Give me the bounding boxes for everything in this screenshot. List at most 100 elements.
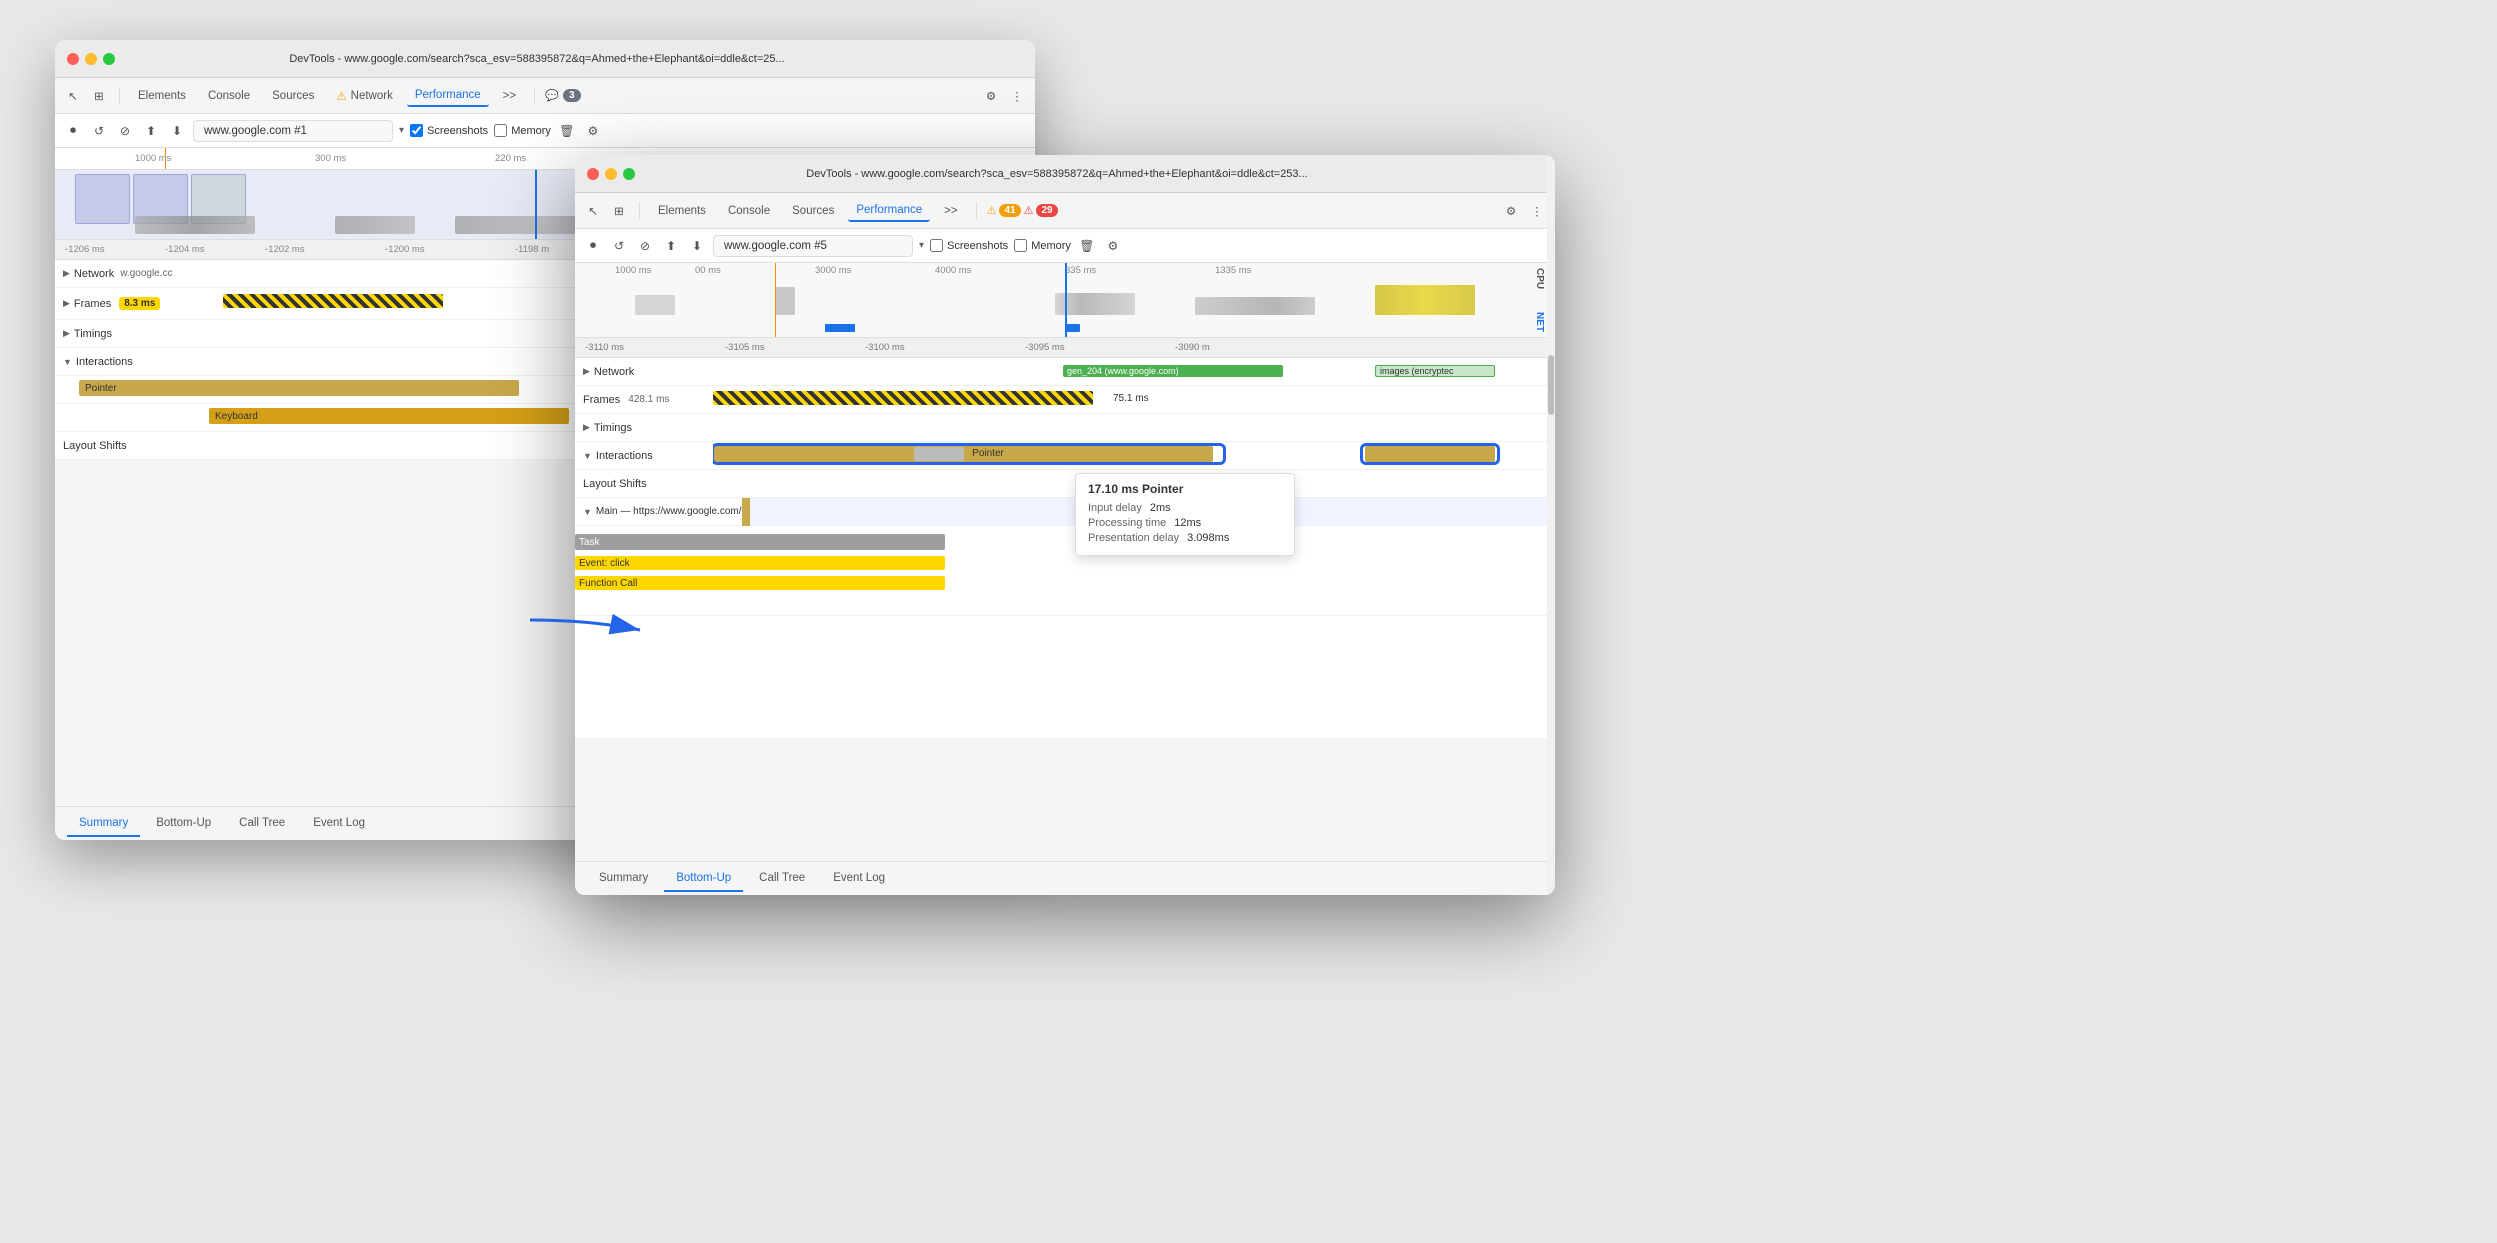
front-tab-calltree[interactable]: Call Tree: [747, 866, 817, 892]
front-main-tracks: Task Event: click Function Call: [575, 526, 1555, 616]
front-more-icon[interactable]: ⋮: [1527, 201, 1547, 221]
tab-console[interactable]: Console: [200, 86, 258, 106]
back-tab-calltree[interactable]: Call Tree: [227, 811, 297, 837]
front-ruler-tick-4000: 4000 ms: [935, 265, 971, 276]
network-domain: w.google.cc: [120, 268, 172, 279]
memory-checkbox[interactable]: Memory: [494, 124, 551, 137]
tooltip-input-delay-label: Input delay: [1088, 502, 1142, 514]
network-label-text: Network: [74, 268, 114, 280]
front-address-input[interactable]: [713, 235, 913, 257]
front-network-track-row[interactable]: ▶ Network gen_204 (www.google.com) image…: [575, 358, 1555, 386]
front-bottom-tabs: Summary Bottom-Up Call Tree Event Log: [575, 861, 1555, 895]
device-icon[interactable]: ⊞: [89, 86, 109, 106]
tab-sources[interactable]: Sources: [264, 86, 322, 106]
dropdown-arrow[interactable]: ▾: [399, 125, 404, 136]
front-pointer-bar-right[interactable]: [1365, 446, 1495, 462]
record-icon[interactable]: ⏺: [63, 121, 83, 141]
back-address-bar: ⏺ ↺ ⊘ ⬆ ⬇ ▾ Screenshots Memory 🗑 ⚙: [55, 114, 1035, 148]
front-tab-summary[interactable]: Summary: [587, 866, 660, 892]
screenshot-thumb-1: [75, 174, 130, 224]
scrollbar-track[interactable]: [1547, 155, 1555, 895]
download-icon[interactable]: ⬇: [167, 121, 187, 141]
front-perf-settings-icon[interactable]: ⚙: [1103, 236, 1123, 256]
front-screenshots-checkbox[interactable]: Screenshots: [930, 239, 1008, 252]
front-tab-more[interactable]: >>: [936, 201, 965, 221]
warn-icon: ⚠: [336, 89, 346, 103]
tooltip-title: 17.10 ms Pointer: [1088, 482, 1282, 496]
back-tab-eventlog[interactable]: Event Log: [301, 811, 377, 837]
back-tab-summary[interactable]: Summary: [67, 811, 140, 837]
tab-more[interactable]: >>: [495, 86, 524, 106]
front-tab-elements[interactable]: Elements: [650, 201, 714, 221]
event-click-bar[interactable]: Event: click: [575, 556, 945, 570]
front-reload-icon[interactable]: ↺: [609, 236, 629, 256]
settings-icon[interactable]: ⚙: [981, 86, 1001, 106]
frames-75ms: 75.1 ms: [1113, 393, 1149, 404]
cpu-label: CPU: [1534, 268, 1545, 289]
back-pointer-bar[interactable]: Pointer: [79, 380, 519, 396]
front-tab-performance[interactable]: Performance: [848, 200, 930, 222]
front-settings-icon[interactable]: ⚙: [1501, 201, 1521, 221]
front-download-icon[interactable]: ⬇: [687, 236, 707, 256]
timings-expand-arrow[interactable]: ▶: [63, 328, 70, 339]
upload-icon[interactable]: ⬆: [141, 121, 161, 141]
front-timings-expand[interactable]: ▶: [583, 422, 590, 433]
front-tab-eventlog[interactable]: Event Log: [821, 866, 897, 892]
tab-elements[interactable]: Elements: [130, 86, 194, 106]
expand-arrow[interactable]: ▶: [63, 268, 70, 279]
front-tab-bottomup[interactable]: Bottom-Up: [664, 866, 743, 892]
func-call-bar[interactable]: Function Call: [575, 576, 945, 590]
gen-204-bar[interactable]: gen_204 (www.google.com): [1063, 365, 1283, 377]
screenshots-checkbox[interactable]: Screenshots: [410, 124, 488, 137]
tab-performance[interactable]: Performance: [407, 85, 489, 107]
front-interactions-header-row[interactable]: ▼ Interactions Pointer: [575, 442, 1555, 470]
images-bar[interactable]: images (encryptec: [1375, 365, 1495, 377]
front-layout-shifts-text: Layout Shifts: [583, 478, 647, 490]
front-tab-sources[interactable]: Sources: [784, 201, 842, 221]
front-frames-track-row[interactable]: Frames 428.1 ms 75.1 ms: [575, 386, 1555, 414]
ruler-tick-220: 220 ms: [495, 153, 526, 164]
scrollbar-thumb[interactable]: [1548, 355, 1554, 415]
back-tab-bottomup[interactable]: Bottom-Up: [144, 811, 223, 837]
perf-settings-icon[interactable]: ⚙: [583, 121, 603, 141]
reload-icon[interactable]: ↺: [89, 121, 109, 141]
front-cursor-icon[interactable]: ↖: [583, 201, 603, 221]
front-network-content: gen_204 (www.google.com) images (encrypt…: [713, 358, 1555, 386]
front-interactions-expand[interactable]: ▼: [583, 451, 592, 461]
front-main-header-row[interactable]: ▼ Main — https://www.google.com/: [575, 498, 1555, 526]
address-input[interactable]: [193, 120, 393, 142]
net-label: NET: [1534, 312, 1545, 332]
ruler-tick2-4: -1200 ms: [385, 244, 425, 255]
keyboard-label-text: Keyboard: [215, 411, 258, 422]
front-trash-icon[interactable]: 🗑: [1077, 236, 1097, 256]
back-keyboard-bar[interactable]: Keyboard: [209, 408, 569, 424]
front-device-icon[interactable]: ⊞: [609, 201, 629, 221]
front-frames-content: 75.1 ms: [713, 386, 1555, 414]
trash-icon[interactable]: 🗑: [557, 121, 577, 141]
front-tab-console[interactable]: Console: [720, 201, 778, 221]
frames-expand-arrow[interactable]: ▶: [63, 298, 70, 309]
tab-network[interactable]: ⚠ Network: [328, 85, 401, 107]
front-main-expand[interactable]: ▼: [583, 507, 592, 517]
task-bar[interactable]: Task: [575, 534, 945, 550]
tooltip-presentation-row: Presentation delay 3.098ms: [1088, 532, 1282, 544]
tooltip-input-delay-value: 2ms: [1150, 502, 1171, 514]
front-pointer-bar[interactable]: Pointer: [713, 446, 1213, 462]
front-timings-track-row[interactable]: ▶ Timings: [575, 414, 1555, 442]
cursor-icon[interactable]: ↖: [63, 86, 83, 106]
front-timeline-ruler: 1000 ms 00 ms 3000 ms 4000 ms 335 ms 133…: [575, 263, 1555, 338]
more-icon[interactable]: ⋮: [1007, 86, 1027, 106]
front-memory-checkbox[interactable]: Memory: [1014, 239, 1071, 252]
ruler-tick2-3: -1202 ms: [265, 244, 305, 255]
interactions-expand-arrow[interactable]: ▼: [63, 357, 72, 367]
front-network-expand[interactable]: ▶: [583, 366, 590, 377]
front-dropdown-arrow[interactable]: ▾: [919, 240, 924, 251]
front-record-icon[interactable]: ⏺: [583, 236, 603, 256]
clear-icon[interactable]: ⊘: [115, 121, 135, 141]
front-layout-shifts-row[interactable]: Layout Shifts: [575, 470, 1555, 498]
back-window-title: DevTools - www.google.com/search?sca_esv…: [55, 53, 1023, 65]
blue-time-marker: [535, 170, 537, 239]
front-clear-icon[interactable]: ⊘: [635, 236, 655, 256]
back-timings-label: ▶ Timings: [63, 328, 223, 340]
front-upload-icon[interactable]: ⬆: [661, 236, 681, 256]
